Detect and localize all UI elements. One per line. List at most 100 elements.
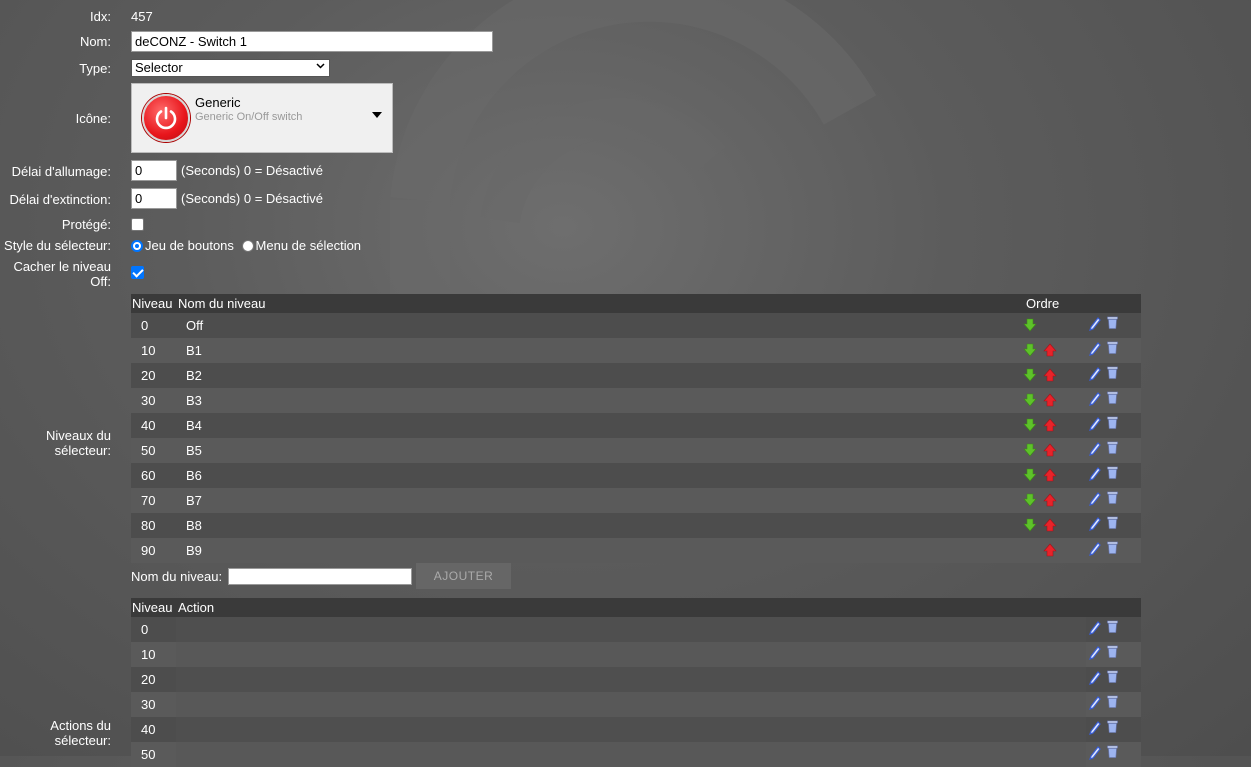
table-row: 60 B6 bbox=[131, 463, 1141, 488]
edit-icon[interactable] bbox=[1089, 442, 1101, 456]
move-down-icon[interactable] bbox=[1023, 493, 1037, 507]
delete-icon[interactable] bbox=[1107, 695, 1118, 708]
table-row: 20 bbox=[131, 667, 1141, 692]
edit-icon[interactable] bbox=[1089, 721, 1101, 735]
delete-icon[interactable] bbox=[1107, 745, 1118, 758]
type-select[interactable]: Selector bbox=[131, 59, 330, 77]
edit-icon[interactable] bbox=[1089, 746, 1101, 760]
action-level-value: 20 bbox=[141, 672, 156, 687]
move-up-icon[interactable] bbox=[1043, 468, 1057, 482]
protected-checkbox[interactable] bbox=[131, 218, 144, 231]
delete-icon[interactable] bbox=[1107, 366, 1118, 379]
add-level-input[interactable] bbox=[228, 568, 412, 585]
edit-icon[interactable] bbox=[1089, 342, 1101, 356]
radio-buttons-option[interactable] bbox=[131, 240, 143, 252]
radio-buttons-label[interactable]: Jeu de boutons bbox=[145, 238, 234, 253]
level-value: 0 bbox=[141, 318, 149, 333]
move-down-icon[interactable] bbox=[1023, 393, 1037, 407]
action-cell bbox=[176, 717, 1086, 742]
level-name: B5 bbox=[186, 443, 202, 458]
on-delay-input[interactable] bbox=[131, 160, 177, 181]
action-cell bbox=[176, 617, 1086, 642]
delete-icon[interactable] bbox=[1107, 466, 1118, 479]
off-delay-hint: (Seconds) 0 = Désactivé bbox=[181, 191, 323, 206]
delete-icon[interactable] bbox=[1107, 491, 1118, 504]
move-down-icon[interactable] bbox=[1023, 518, 1037, 532]
table-row: 30 bbox=[131, 692, 1141, 717]
delete-icon[interactable] bbox=[1107, 720, 1118, 733]
edit-icon[interactable] bbox=[1089, 317, 1101, 331]
action-level-value: 0 bbox=[141, 622, 149, 637]
power-icon bbox=[142, 94, 190, 142]
table-row: 90 B9 bbox=[131, 538, 1141, 563]
move-down-icon[interactable] bbox=[1023, 418, 1037, 432]
move-up-icon[interactable] bbox=[1043, 518, 1057, 532]
delete-icon[interactable] bbox=[1107, 645, 1118, 658]
level-name: B2 bbox=[186, 368, 202, 383]
radio-menu-option[interactable] bbox=[241, 240, 254, 252]
edit-icon[interactable] bbox=[1089, 542, 1101, 556]
idx-value: 457 bbox=[131, 9, 153, 24]
delete-icon[interactable] bbox=[1107, 670, 1118, 683]
delete-icon[interactable] bbox=[1107, 416, 1118, 429]
move-down-icon[interactable] bbox=[1023, 443, 1037, 457]
edit-icon[interactable] bbox=[1089, 621, 1101, 635]
add-level-row: Nom du niveau: AJOUTER bbox=[131, 563, 511, 589]
add-level-button[interactable]: AJOUTER bbox=[416, 563, 511, 589]
edit-icon[interactable] bbox=[1089, 646, 1101, 660]
icon-name: Generic bbox=[195, 95, 241, 110]
move-up-icon[interactable] bbox=[1043, 443, 1057, 457]
edit-icon[interactable] bbox=[1089, 696, 1101, 710]
delete-icon[interactable] bbox=[1107, 391, 1118, 404]
icon-label: Icône: bbox=[75, 111, 111, 126]
edit-icon[interactable] bbox=[1089, 367, 1101, 381]
delete-icon[interactable] bbox=[1107, 341, 1118, 354]
move-up-icon[interactable] bbox=[1043, 368, 1057, 382]
delete-icon[interactable] bbox=[1107, 620, 1118, 633]
icon-picker[interactable]: Generic Generic On/Off switch bbox=[131, 83, 393, 153]
type-select-value: Selector bbox=[135, 60, 183, 75]
edit-icon[interactable] bbox=[1089, 517, 1101, 531]
table-row: 0 Off bbox=[131, 313, 1141, 338]
move-down-icon[interactable] bbox=[1023, 343, 1037, 357]
level-name: B7 bbox=[186, 493, 202, 508]
move-up-icon[interactable] bbox=[1043, 418, 1057, 432]
actions-table-header: Niveau Action bbox=[131, 598, 1141, 617]
selector-style-label: Style du sélecteur: bbox=[4, 238, 111, 253]
table-row: 20 B2 bbox=[131, 363, 1141, 388]
action-cell bbox=[176, 642, 1086, 667]
action-level-value: 40 bbox=[141, 722, 156, 737]
selector-style-options: Jeu de boutons Menu de sélection bbox=[131, 238, 361, 253]
off-delay-input[interactable] bbox=[131, 188, 177, 209]
level-value: 50 bbox=[141, 443, 156, 458]
edit-icon[interactable] bbox=[1089, 467, 1101, 481]
move-down-icon[interactable] bbox=[1023, 368, 1037, 382]
delete-icon[interactable] bbox=[1107, 541, 1118, 554]
move-up-icon[interactable] bbox=[1043, 393, 1057, 407]
level-value: 10 bbox=[141, 343, 156, 358]
hide-off-checkbox[interactable] bbox=[131, 266, 144, 279]
delete-icon[interactable] bbox=[1107, 516, 1118, 529]
edit-icon[interactable] bbox=[1089, 671, 1101, 685]
name-label: Nom: bbox=[79, 34, 111, 49]
edit-icon[interactable] bbox=[1089, 417, 1101, 431]
table-row: 40 bbox=[131, 717, 1141, 742]
delete-icon[interactable] bbox=[1107, 441, 1118, 454]
add-level-label: Nom du niveau: bbox=[131, 569, 223, 584]
edit-icon[interactable] bbox=[1089, 392, 1101, 406]
col-name-header: Nom du niveau bbox=[178, 296, 266, 311]
caret-down-icon[interactable] bbox=[372, 112, 382, 118]
move-down-icon[interactable] bbox=[1023, 318, 1037, 332]
edit-icon[interactable] bbox=[1089, 492, 1101, 506]
table-row: 10 bbox=[131, 642, 1141, 667]
move-up-icon[interactable] bbox=[1043, 343, 1057, 357]
move-up-icon[interactable] bbox=[1043, 543, 1057, 557]
move-up-icon[interactable] bbox=[1043, 493, 1057, 507]
level-value: 30 bbox=[141, 393, 156, 408]
name-input[interactable] bbox=[131, 31, 493, 52]
protected-label: Protégé: bbox=[61, 217, 111, 232]
radio-menu-label[interactable]: Menu de sélection bbox=[256, 238, 362, 253]
delete-icon[interactable] bbox=[1107, 316, 1118, 329]
move-down-icon[interactable] bbox=[1023, 468, 1037, 482]
levels-section-label: Niveaux du sélecteur: bbox=[45, 428, 111, 458]
